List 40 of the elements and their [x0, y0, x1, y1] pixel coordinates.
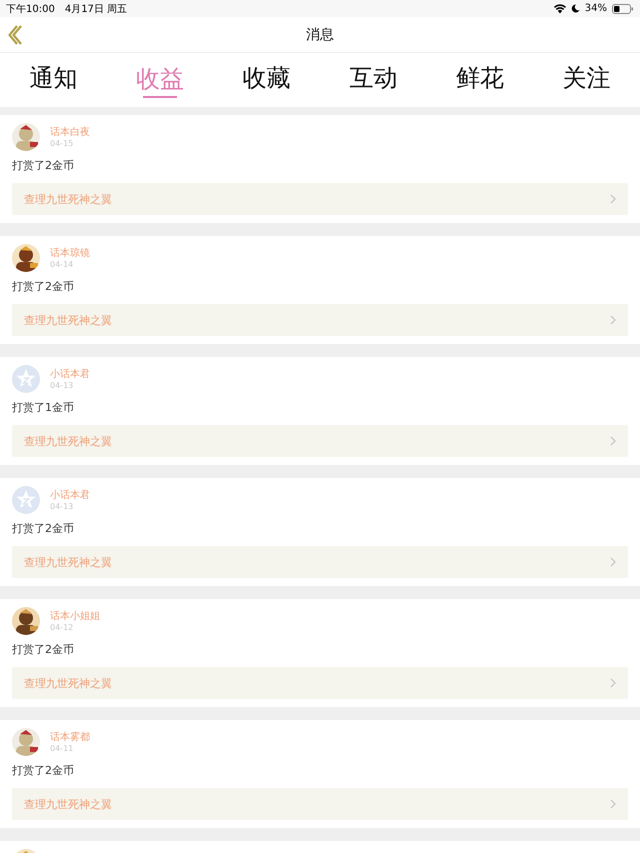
back-button[interactable]	[8, 25, 22, 45]
chevron-right-icon	[610, 436, 616, 446]
chevron-right-icon	[610, 557, 616, 567]
message-text: 打赏了2金币	[12, 763, 75, 779]
user-name[interactable]: 话本小姐姐	[50, 610, 100, 622]
tab[interactable]: 互动	[320, 53, 427, 99]
book-link[interactable]: 查理九世死神之翼	[12, 183, 628, 215]
book-link[interactable]: 查理九世死神之翼	[12, 425, 628, 457]
tab[interactable]: 通知	[0, 53, 107, 99]
user-name[interactable]: 小话本君	[50, 488, 90, 502]
chevron-icon	[8, 25, 22, 45]
message-text: 打赏了1金币	[12, 400, 75, 416]
default-avatar-icon	[12, 486, 40, 514]
status-date: 4月17日 周五	[64, 2, 128, 16]
message-text: 打赏了2金币	[12, 279, 75, 295]
user-name[interactable]: 话本白夜	[50, 126, 90, 138]
status-time: 下午10:00	[6, 2, 55, 16]
battery-icon	[612, 4, 634, 14]
user-name[interactable]: 话本琼镜	[50, 246, 90, 260]
moon-icon	[570, 4, 580, 13]
message-text: 打赏了2金币	[12, 642, 75, 658]
chevron-right-icon	[610, 799, 616, 809]
default-avatar-icon	[12, 365, 40, 393]
nav-title: 消息	[306, 26, 334, 44]
book-link[interactable]: 查理九世死神之翼	[12, 667, 628, 699]
message-text: 打赏了2金币	[12, 521, 75, 537]
book-link[interactable]: 查理九世死神之翼	[12, 788, 628, 820]
tab[interactable]: 收藏	[213, 53, 320, 99]
battery-percent: 34%	[584, 3, 607, 14]
user-name[interactable]: 话本雾都	[50, 730, 90, 744]
chevron-right-icon	[610, 194, 616, 204]
book-link[interactable]: 查理九世死神之翼	[12, 546, 628, 578]
message-text: 打赏了2金币	[12, 158, 75, 174]
chevron-right-icon	[610, 678, 616, 688]
user-name[interactable]: 小话本君	[50, 368, 90, 380]
tab[interactable]: 关注	[533, 53, 640, 99]
chevron-right-icon	[610, 315, 616, 325]
wifi-icon	[554, 4, 566, 14]
book-link[interactable]: 查理九世死神之翼	[12, 304, 628, 336]
tab[interactable]: 鲜花	[426, 53, 534, 99]
